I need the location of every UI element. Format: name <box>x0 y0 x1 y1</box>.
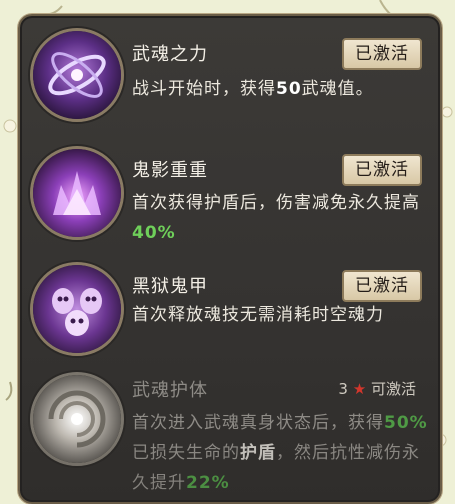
skill-item[interactable]: 鬼影重重 已激活 首次获得护盾后，伤害减免永久提高40% <box>20 134 440 252</box>
skill-description: 首次释放魂技无需消耗时空魂力 <box>132 305 384 325</box>
ring-orb-icon <box>30 28 124 122</box>
activation-requirement: 3 ★ 可激活 <box>338 380 416 398</box>
skill-description: 战斗开始时，获得50武魂值。 <box>132 79 374 99</box>
skill-item[interactable]: 黑狱鬼甲 已激活 首次释放魂技无需消耗时空魂力 <box>20 252 440 370</box>
skill-description: 首次进入武魂真身状态后，获得50%已损失生命的护盾，然后抗性减伤永久提升22% <box>132 413 428 493</box>
skill-item[interactable]: 武魂护体 3 ★ 可激活 首次进入武魂真身状态后，获得50%已损失生命的护盾，然… <box>20 360 440 502</box>
skill-panel: 武魂之力 已激活 战斗开始时，获得50武魂值。 鬼影重重 已激活 首次获得护盾后… <box>18 14 442 504</box>
star-icon: ★ <box>352 380 367 398</box>
skill-name: 武魂护体 <box>132 380 208 401</box>
skill-name: 黑狱鬼甲 <box>132 276 208 297</box>
status-badge: 已激活 <box>342 154 422 186</box>
status-badge: 已激活 <box>342 270 422 302</box>
swirl-orb-icon <box>30 372 124 466</box>
skill-name: 鬼影重重 <box>132 160 208 181</box>
status-badge: 已激活 <box>342 38 422 70</box>
skill-item[interactable]: 武魂之力 已激活 战斗开始时，获得50武魂值。 <box>20 16 440 134</box>
skill-description: 首次获得护盾后，伤害减免永久提高40% <box>132 193 420 243</box>
skill-name: 武魂之力 <box>132 44 208 65</box>
ghost-flame-icon <box>30 146 124 240</box>
ghost-armor-icon <box>30 262 124 356</box>
